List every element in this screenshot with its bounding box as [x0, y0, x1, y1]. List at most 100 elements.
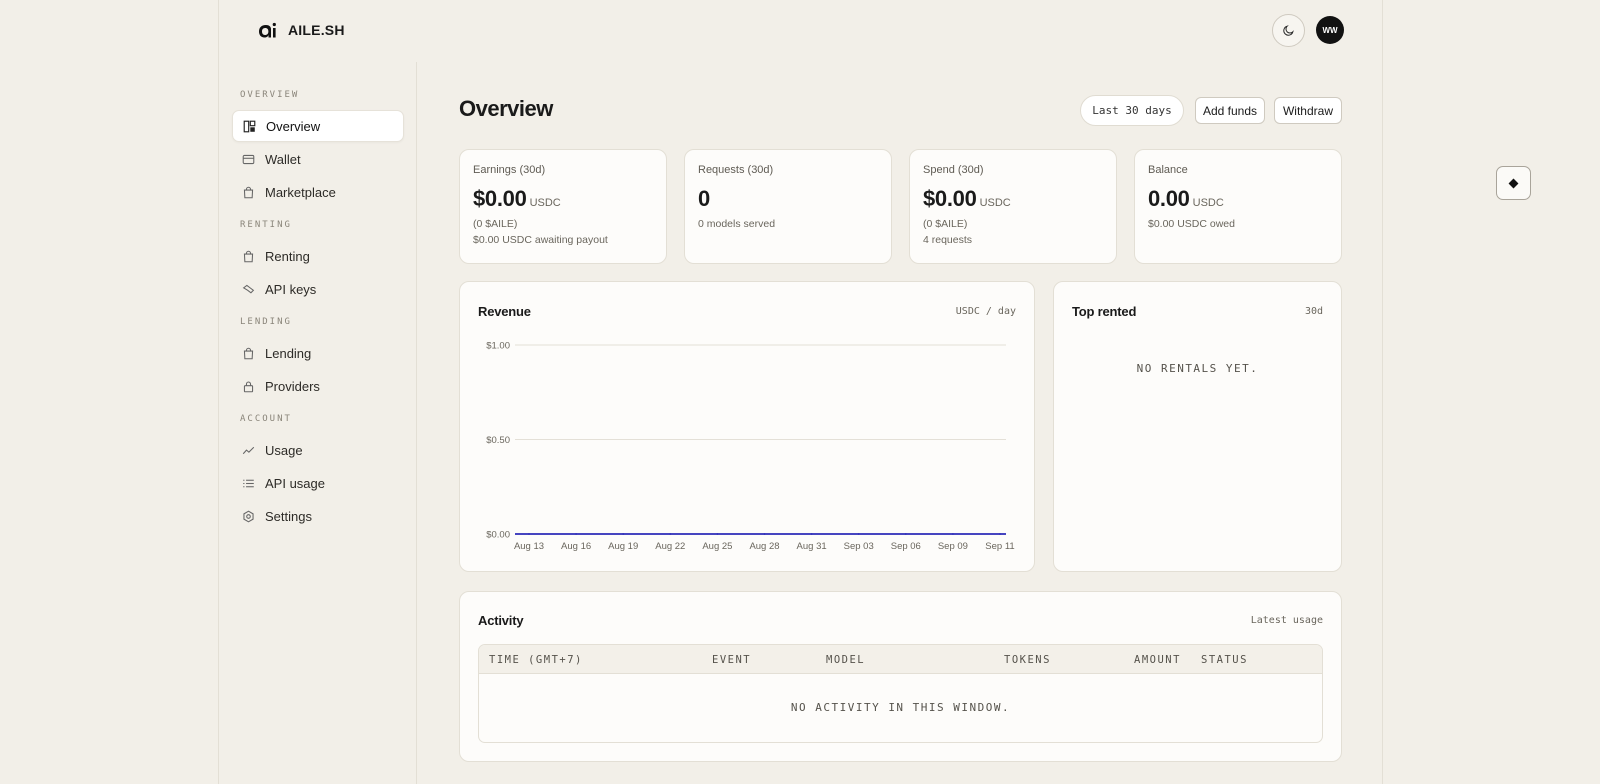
date-range-select[interactable]: Last 30 days	[1080, 95, 1184, 126]
diamond-icon	[1508, 178, 1519, 188]
activity-empty: NO ACTIVITY IN THIS WINDOW.	[790, 701, 1011, 714]
sidebar-item-label: API usage	[265, 475, 325, 491]
sidebar-item-label: Renting	[265, 248, 310, 264]
table-header: TIME (GMT+7) EVENT MODEL TOKENS AMOUNT S…	[479, 645, 1322, 674]
x-tick-label: Aug 25	[702, 541, 732, 552]
top-rented-empty: NO RENTALS YET.	[1136, 362, 1259, 375]
sidebar-item-label: Lending	[265, 345, 312, 361]
top-rented-title: Top rented	[1072, 304, 1137, 319]
revenue-data-point	[622, 533, 625, 535]
revenue-data-point	[904, 533, 907, 535]
x-tick-label: Aug 19	[608, 541, 638, 552]
sidebar-item-api-usage[interactable]: API usage	[232, 467, 404, 499]
x-tick-label: Aug 28	[749, 541, 779, 552]
revenue-data-point	[716, 533, 719, 535]
column-header-model[interactable]: MODEL	[826, 654, 865, 666]
sidebar-item-overview[interactable]: Overview	[232, 110, 404, 142]
revenue-data-point	[575, 533, 577, 535]
sidebar-divider	[416, 62, 417, 784]
sidebar-item-settings[interactable]: Settings	[232, 500, 404, 532]
column-header-time[interactable]: TIME (GMT+7)	[489, 654, 583, 666]
revenue-data-point	[952, 533, 954, 535]
stat-sub: (0 $AILE)	[473, 218, 518, 230]
brand[interactable]: AILE.SH	[256, 18, 345, 42]
y-tick-label: $0.00	[486, 530, 510, 541]
sidebar-item-label: API keys	[265, 281, 317, 297]
activity-table: TIME (GMT+7) EVENT MODEL TOKENS AMOUNT S…	[478, 644, 1323, 743]
revenue-chart: $0.00 $0.50 $1.00 Aug 13 Aug 16 Aug 19 Aug 22 A…	[486, 341, 1014, 553]
sidebar-section-renting: RENTING	[240, 220, 292, 230]
x-tick-label: Sep 03	[844, 541, 874, 552]
stat-sub: $0.00 USDC awaiting payout	[473, 234, 608, 246]
page-title: Overview	[459, 96, 553, 121]
wallet-icon	[242, 154, 255, 164]
x-tick-label: Aug 22	[655, 541, 685, 552]
sidebar-section-overview: OVERVIEW	[240, 90, 300, 100]
sidebar-section-lending: LENDING	[240, 317, 292, 327]
sidebar-item-providers[interactable]: Providers	[232, 370, 404, 402]
sidebar-item-label: Marketplace	[265, 184, 336, 200]
stat-label: Requests (30d)	[698, 164, 774, 176]
brand-name: AILE.SH	[288, 22, 345, 38]
sidebar-item-marketplace[interactable]: Marketplace	[232, 176, 404, 208]
stat-sub: $0.00 USDC owed	[1148, 218, 1235, 230]
revenue-data-point	[999, 533, 1001, 535]
column-header-amount[interactable]: AMOUNT	[1134, 654, 1181, 666]
sidebar-item-api-keys[interactable]: API keys	[232, 273, 404, 305]
stat-value: $0.00	[923, 186, 977, 211]
sidebar-item-renting[interactable]: Renting	[232, 240, 404, 272]
sidebar-item-wallet[interactable]: Wallet	[232, 143, 404, 175]
bag-icon	[243, 250, 254, 262]
key-icon	[242, 284, 255, 293]
activity-subtitle: Latest usage	[1250, 615, 1323, 626]
stat-sub: 4 requests	[923, 234, 973, 246]
brand-logo-icon	[259, 22, 276, 38]
stat-card-earnings: Earnings (30d) $0.00 USDC (0 $AILE) $0.00 …	[459, 149, 667, 264]
column-header-tokens[interactable]: TOKENS	[1004, 654, 1051, 666]
x-tick-label: Aug 31	[797, 541, 827, 552]
x-tick-label: Sep 11	[985, 541, 1014, 552]
floating-action-button[interactable]	[1496, 166, 1531, 200]
stat-value: 0	[698, 186, 710, 211]
stat-value: 0.00	[1148, 186, 1190, 211]
activity-title: Activity	[478, 613, 524, 628]
stat-unit: USDC	[979, 197, 1011, 209]
sidebar-item-lending[interactable]: Lending	[232, 337, 404, 369]
sidebar-item-label: Providers	[265, 378, 320, 394]
column-header-status[interactable]: STATUS	[1201, 654, 1248, 666]
withdraw-button[interactable]: Withdraw	[1274, 97, 1342, 124]
gear-icon	[243, 510, 254, 522]
lock-icon	[243, 381, 254, 392]
y-tick-label: $0.50	[486, 435, 510, 446]
bag-icon	[243, 186, 254, 198]
x-tick-label: Aug 16	[561, 541, 591, 552]
stat-label: Spend (30d)	[923, 164, 984, 176]
sidebar-item-usage[interactable]: Usage	[232, 434, 404, 466]
column-header-event[interactable]: EVENT	[712, 654, 751, 666]
revenue-data-point	[528, 533, 530, 535]
revenue-data-point	[669, 533, 672, 535]
grid-icon	[243, 120, 256, 132]
sidebar-item-label: Wallet	[265, 151, 301, 167]
revenue-card: Revenue USDC / day $0.00 $0.50 $1.00 Aug 13…	[459, 281, 1035, 572]
theme-toggle-button[interactable]	[1272, 14, 1305, 47]
y-tick-label: $1.00	[486, 341, 510, 352]
sidebar-item-label: Settings	[265, 508, 312, 524]
top-rented-card: Top rented 30d NO RENTALS YET.	[1053, 281, 1342, 572]
x-tick-label: Sep 06	[891, 541, 921, 552]
stat-label: Earnings (30d)	[473, 164, 546, 176]
list-icon	[243, 479, 254, 487]
revenue-data-point	[763, 533, 766, 535]
revenue-data-point	[857, 533, 860, 535]
sidebar-item-label: Usage	[265, 442, 303, 458]
stat-label: Balance	[1148, 164, 1188, 176]
stat-sub: 0 models served	[698, 218, 776, 230]
activity-card: Activity Latest usage TIME (GMT+7) EVENT…	[459, 591, 1342, 762]
stat-unit: USDC	[1192, 197, 1224, 209]
trend-icon	[242, 446, 255, 454]
stat-sub: (0 $AILE)	[923, 218, 968, 230]
bag-icon	[243, 347, 254, 359]
add-funds-button[interactable]: Add funds	[1195, 97, 1265, 124]
stat-unit: USDC	[529, 197, 561, 209]
avatar[interactable]: WW	[1316, 16, 1344, 44]
